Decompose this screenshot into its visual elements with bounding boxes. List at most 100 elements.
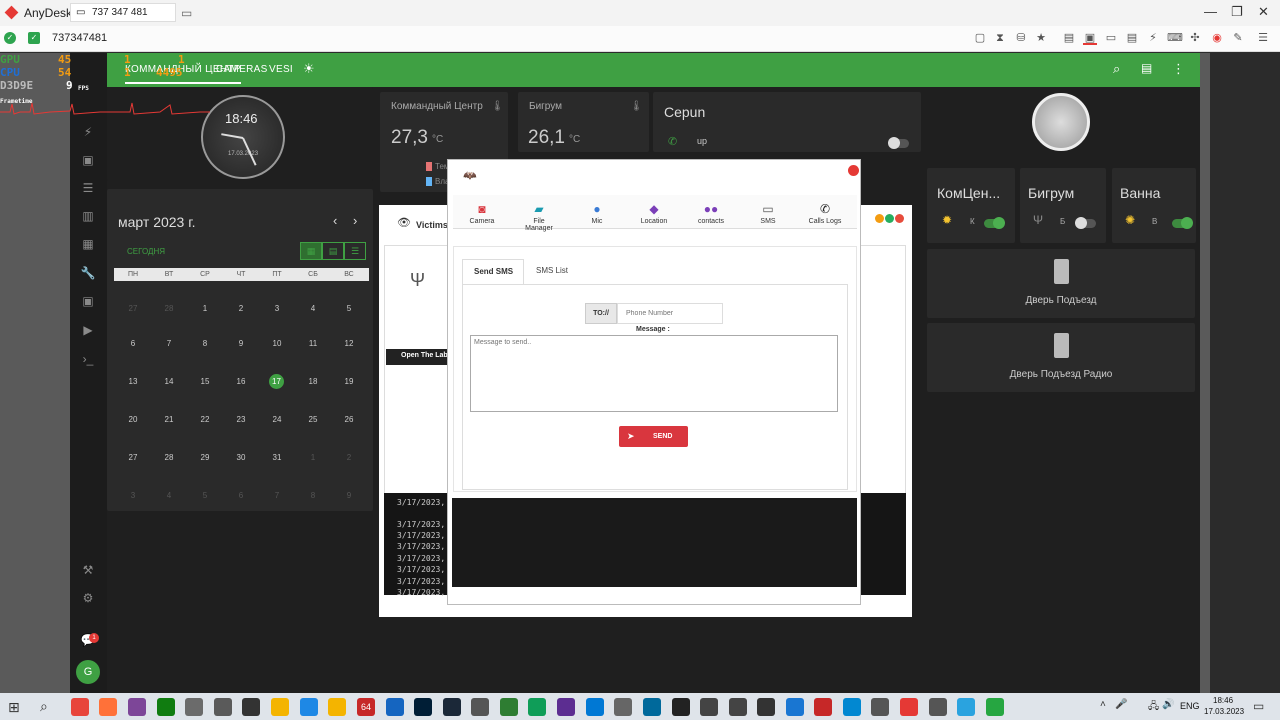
xbox-icon[interactable]: [157, 698, 175, 716]
minimize-button[interactable]: —: [1204, 4, 1217, 19]
calendar-day[interactable]: 13: [121, 377, 145, 386]
monitor-select-icon[interactable]: ▣: [1083, 31, 1097, 45]
files-icon[interactable]: [185, 698, 203, 716]
serun-toggle[interactable]: [888, 137, 909, 149]
calendar-day[interactable]: 16: [229, 377, 253, 386]
db-icon[interactable]: ⛁: [1014, 31, 1028, 45]
tab-calls-logs[interactable]: ✆ Calls Logs: [805, 202, 845, 225]
tray-date[interactable]: 17.03.2023: [1204, 707, 1244, 716]
chart-nav-icon[interactable]: ▥: [80, 209, 96, 223]
room-card-1[interactable]: КомЦен... ✹ К: [927, 168, 1015, 243]
calendar-day[interactable]: 1: [301, 453, 325, 462]
room-toggle[interactable]: [1075, 217, 1096, 229]
phone-number-input[interactable]: [617, 303, 723, 324]
remote-icon[interactable]: [614, 698, 632, 716]
record-icon[interactable]: ◉: [1210, 31, 1224, 45]
vscode-icon[interactable]: [586, 698, 604, 716]
calendar-day[interactable]: 12: [337, 339, 361, 348]
calendar-day[interactable]: 22: [193, 415, 217, 424]
photoshop-icon[interactable]: [414, 698, 432, 716]
cortana-icon[interactable]: [786, 698, 804, 716]
calendar-day[interactable]: 21: [157, 415, 181, 424]
s-icon[interactable]: [814, 698, 832, 716]
globe-icon[interactable]: [871, 698, 889, 716]
settings-nav-icon[interactable]: ⚙: [80, 591, 96, 605]
next-month-button[interactable]: ›: [353, 213, 357, 228]
vs-icon[interactable]: [557, 698, 575, 716]
tray-lang[interactable]: ENG: [1180, 701, 1200, 711]
hammer-nav-icon[interactable]: ⚒: [80, 563, 96, 577]
prev-month-button[interactable]: ‹: [333, 213, 337, 228]
calendar-day[interactable]: 8: [301, 491, 325, 500]
star-icon[interactable]: ★: [1034, 31, 1048, 45]
calendar-day[interactable]: 9: [229, 339, 253, 348]
calendar-day[interactable]: 6: [229, 491, 253, 500]
today-button[interactable]: СЕГОДНЯ: [127, 247, 165, 256]
calendar-day[interactable]: 27: [121, 304, 145, 313]
tab-vesi[interactable]: VESI: [269, 64, 293, 75]
tray-time[interactable]: 18:46: [1213, 696, 1233, 705]
calendar-day[interactable]: 29: [193, 453, 217, 462]
calendar-day[interactable]: 23: [229, 415, 253, 424]
view-week-button[interactable]: ▤: [322, 242, 344, 260]
modal-close-button[interactable]: [848, 165, 859, 176]
calendar-day[interactable]: 6: [121, 339, 145, 348]
close-window-button[interactable]: ✕: [1258, 4, 1269, 20]
temp-card-bigroom[interactable]: Бигрум 🌡 26,1 °C: [518, 92, 649, 152]
box-nav-icon[interactable]: ▣: [80, 294, 96, 308]
badge-icon[interactable]: 64: [357, 698, 375, 716]
calendar-day[interactable]: 11: [301, 339, 325, 348]
light-icon[interactable]: ☀: [303, 61, 315, 77]
calendar-day[interactable]: 8: [193, 339, 217, 348]
calendar-day[interactable]: 20: [121, 415, 145, 424]
calendar-day[interactable]: 10: [265, 339, 289, 348]
devices-icon[interactable]: [500, 698, 518, 716]
ai-icon[interactable]: [729, 698, 747, 716]
view-month-button[interactable]: ▦: [300, 242, 322, 260]
firefox-icon[interactable]: [99, 698, 117, 716]
v-icon[interactable]: [643, 698, 661, 716]
mail-icon[interactable]: [929, 698, 947, 716]
more-icon[interactable]: ⋮: [1172, 61, 1185, 77]
tray-chevron-icon[interactable]: ˄: [1100, 699, 1106, 710]
search-app-icon[interactable]: [214, 698, 232, 716]
calendar-day[interactable]: 9: [337, 491, 361, 500]
sheets-icon[interactable]: [528, 698, 546, 716]
tab-location[interactable]: ◆ Location: [634, 202, 674, 225]
calendar-nav-icon[interactable]: ▦: [80, 237, 96, 251]
lightning-nav-icon[interactable]: ⚡: [80, 125, 96, 139]
ring-icon[interactable]: [757, 698, 775, 716]
media-nav-icon[interactable]: ▶: [80, 323, 96, 337]
notification-center-icon[interactable]: ▭: [1253, 699, 1264, 713]
room-card-3[interactable]: Ванна ✺ В: [1112, 168, 1196, 243]
tray-volume-icon[interactable]: 🔊: [1162, 699, 1174, 710]
app-icon[interactable]: [471, 698, 489, 716]
calendar-day[interactable]: 18: [301, 377, 325, 386]
calendar-day[interactable]: 4: [301, 304, 325, 313]
bluestacks-icon[interactable]: [986, 698, 1004, 716]
calendar-day[interactable]: 27: [121, 453, 145, 462]
calendar-day[interactable]: 24: [265, 415, 289, 424]
anydesk-task-icon[interactable]: [900, 698, 918, 716]
calendar-day[interactable]: 2: [337, 453, 361, 462]
message-icon[interactable]: ▤: [1125, 31, 1139, 45]
calendar-day[interactable]: 4: [157, 491, 181, 500]
chat-icon[interactable]: ▢: [973, 31, 987, 45]
plugin-icon[interactable]: ✣: [1188, 31, 1202, 45]
assist-icon[interactable]: ▤: [1141, 61, 1153, 75]
person-nav-icon[interactable]: ▣: [80, 153, 96, 167]
calendar-day[interactable]: 3: [121, 491, 145, 500]
display-icon[interactable]: ▭: [1104, 31, 1118, 45]
search-icon[interactable]: ⌕: [1113, 61, 1121, 77]
calendar-day[interactable]: 28: [157, 453, 181, 462]
monitor-app-icon[interactable]: [386, 698, 404, 716]
norton-icon[interactable]: [328, 698, 346, 716]
door-card-1[interactable]: Дверь Подъезд: [927, 249, 1195, 318]
calendar-day[interactable]: 7: [265, 491, 289, 500]
terminal-nav-icon[interactable]: ›_: [80, 352, 96, 366]
terminal-icon[interactable]: [242, 698, 260, 716]
tray-mic-icon[interactable]: 🎤: [1115, 699, 1127, 710]
list-nav-icon[interactable]: ☰: [80, 181, 96, 195]
chrome-icon[interactable]: [71, 698, 89, 716]
calendar-day[interactable]: 5: [337, 304, 361, 313]
